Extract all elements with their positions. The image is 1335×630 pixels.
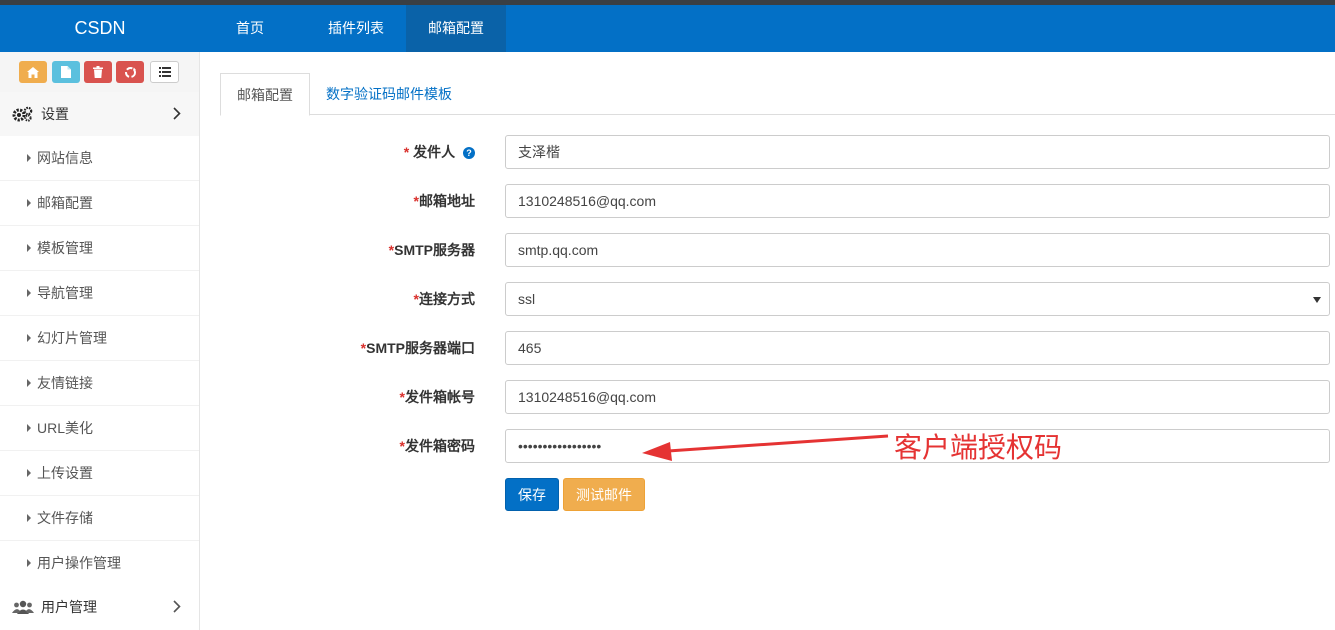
annotation-text: 客户端授权码 xyxy=(894,431,1063,464)
annotation-arrow xyxy=(642,434,889,461)
